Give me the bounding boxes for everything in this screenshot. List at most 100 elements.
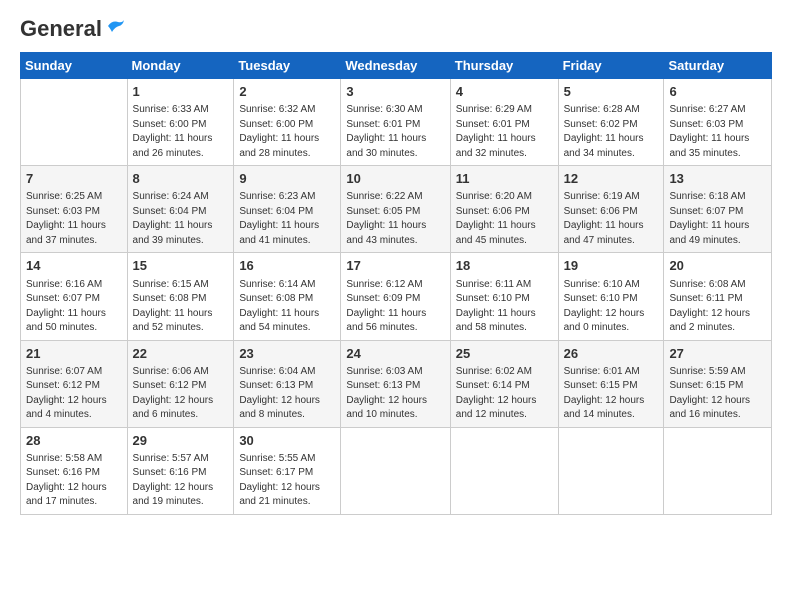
table-row: 14Sunrise: 6:16 AM Sunset: 6:07 PM Dayli…: [21, 253, 128, 340]
table-row: 4 Sunrise: 6:29 AM Sunset: 6:01 PM Daylig…: [450, 79, 558, 166]
calendar-week-row: 1 Sunrise: 6:33 AM Sunset: 6:00 PM Daylig…: [21, 79, 772, 166]
col-thursday: Thursday: [450, 53, 558, 79]
col-wednesday: Wednesday: [341, 53, 450, 79]
table-row: 7Sunrise: 6:25 AM Sunset: 6:03 PM Daylig…: [21, 166, 128, 253]
day-info: Sunrise: 6:12 AM Sunset: 6:09 PM Dayligh…: [346, 278, 444, 336]
day-info: Sunrise: 6:23 AM Sunset: 6:04 PM Dayligh…: [239, 190, 335, 248]
day-info: Sunrise: 6:03 AM Sunset: 6:13 PM Dayligh…: [346, 365, 444, 423]
table-row: 28 Sunrise: 5:58 AM Sunset: 6:16 PM Dayli…: [21, 427, 128, 514]
table-row: 26 Sunrise: 6:01 AM Sunset: 6:15 PM Dayli…: [558, 340, 664, 427]
day-number: 17: [346, 257, 444, 275]
day-info: Sunrise: 5:58 AM Sunset: 6:16 PM Dayligh…: [26, 452, 122, 510]
col-saturday: Saturday: [664, 53, 772, 79]
calendar-week-row: 21 Sunrise: 6:07 AM Sunset: 6:12 PM Dayli…: [21, 340, 772, 427]
table-row: [341, 427, 450, 514]
day-number: 29: [133, 432, 229, 450]
logo-bird-icon: [104, 18, 126, 36]
col-sunday: Sunday: [21, 53, 128, 79]
table-row: 29Sunrise: 5:57 AM Sunset: 6:16 PM Dayli…: [127, 427, 234, 514]
day-number: 3: [346, 83, 444, 101]
day-number: 23: [239, 345, 335, 363]
table-row: 12 Sunrise: 6:19 AM Sunset: 6:06 PM Dayli…: [558, 166, 664, 253]
table-row: 6 Sunrise: 6:27 AM Sunset: 6:03 PM Daylig…: [664, 79, 772, 166]
table-row: [558, 427, 664, 514]
day-number: 12: [564, 170, 659, 188]
table-row: 20 Sunrise: 6:08 AM Sunset: 6:11 PM Dayli…: [664, 253, 772, 340]
table-row: 16 Sunrise: 6:14 AM Sunset: 6:08 PM Dayli…: [234, 253, 341, 340]
logo: General: [20, 16, 126, 42]
day-number: 5: [564, 83, 659, 101]
day-number: 9: [239, 170, 335, 188]
table-row: 17 Sunrise: 6:12 AM Sunset: 6:09 PM Dayli…: [341, 253, 450, 340]
day-number: 18: [456, 257, 553, 275]
day-info: Sunrise: 6:06 AM Sunset: 6:12 PM Dayligh…: [133, 365, 229, 423]
day-number: 11: [456, 170, 553, 188]
day-number: 8: [133, 170, 229, 188]
col-monday: Monday: [127, 53, 234, 79]
table-row: 23 Sunrise: 6:04 AM Sunset: 6:13 PM Dayli…: [234, 340, 341, 427]
table-row: [21, 79, 128, 166]
day-info: Sunrise: 6:29 AM Sunset: 6:01 PM Dayligh…: [456, 103, 553, 161]
calendar-week-row: 28 Sunrise: 5:58 AM Sunset: 6:16 PM Dayli…: [21, 427, 772, 514]
day-info: Sunrise: 6:27 AM Sunset: 6:03 PM Dayligh…: [669, 103, 766, 161]
table-row: 30 Sunrise: 5:55 AM Sunset: 6:17 PM Dayli…: [234, 427, 341, 514]
day-info: Sunrise: 6:07 AM Sunset: 6:12 PM Dayligh…: [26, 365, 122, 423]
day-number: 28: [26, 432, 122, 450]
day-number: 6: [669, 83, 766, 101]
day-info: Sunrise: 6:10 AM Sunset: 6:10 PM Dayligh…: [564, 278, 659, 336]
table-row: 15 Sunrise: 6:15 AM Sunset: 6:08 PM Dayli…: [127, 253, 234, 340]
table-row: 27Sunrise: 5:59 AM Sunset: 6:15 PM Dayli…: [664, 340, 772, 427]
day-info: Sunrise: 6:15 AM Sunset: 6:08 PM Dayligh…: [133, 278, 229, 336]
day-number: 20: [669, 257, 766, 275]
day-number: 27: [669, 345, 766, 363]
table-row: 2 Sunrise: 6:32 AM Sunset: 6:00 PM Daylig…: [234, 79, 341, 166]
day-info: Sunrise: 6:24 AM Sunset: 6:04 PM Dayligh…: [133, 190, 229, 248]
day-info: Sunrise: 6:01 AM Sunset: 6:15 PM Dayligh…: [564, 365, 659, 423]
day-info: Sunrise: 6:33 AM Sunset: 6:00 PM Dayligh…: [133, 103, 229, 161]
day-info: Sunrise: 6:30 AM Sunset: 6:01 PM Dayligh…: [346, 103, 444, 161]
day-number: 30: [239, 432, 335, 450]
day-info: Sunrise: 5:55 AM Sunset: 6:17 PM Dayligh…: [239, 452, 335, 510]
table-row: 9 Sunrise: 6:23 AM Sunset: 6:04 PM Daylig…: [234, 166, 341, 253]
day-info: Sunrise: 6:32 AM Sunset: 6:00 PM Dayligh…: [239, 103, 335, 161]
day-number: 26: [564, 345, 659, 363]
table-row: [664, 427, 772, 514]
day-info: Sunrise: 6:20 AM Sunset: 6:06 PM Dayligh…: [456, 190, 553, 248]
table-row: 18 Sunrise: 6:11 AM Sunset: 6:10 PM Dayli…: [450, 253, 558, 340]
col-tuesday: Tuesday: [234, 53, 341, 79]
table-row: 5 Sunrise: 6:28 AM Sunset: 6:02 PM Daylig…: [558, 79, 664, 166]
header: General: [20, 16, 772, 42]
table-row: 22Sunrise: 6:06 AM Sunset: 6:12 PM Dayli…: [127, 340, 234, 427]
day-number: 10: [346, 170, 444, 188]
table-row: 25Sunrise: 6:02 AM Sunset: 6:14 PM Dayli…: [450, 340, 558, 427]
day-info: Sunrise: 6:04 AM Sunset: 6:13 PM Dayligh…: [239, 365, 335, 423]
day-number: 15: [133, 257, 229, 275]
table-row: 10 Sunrise: 6:22 AM Sunset: 6:05 PM Dayli…: [341, 166, 450, 253]
day-info: Sunrise: 6:22 AM Sunset: 6:05 PM Dayligh…: [346, 190, 444, 248]
table-row: 19 Sunrise: 6:10 AM Sunset: 6:10 PM Dayli…: [558, 253, 664, 340]
day-info: Sunrise: 6:28 AM Sunset: 6:02 PM Dayligh…: [564, 103, 659, 161]
day-number: 16: [239, 257, 335, 275]
table-row: 13Sunrise: 6:18 AM Sunset: 6:07 PM Dayli…: [664, 166, 772, 253]
page: General Sunday Monday Tuesday Wednesday …: [0, 0, 792, 612]
day-info: Sunrise: 6:14 AM Sunset: 6:08 PM Dayligh…: [239, 278, 335, 336]
day-info: Sunrise: 6:11 AM Sunset: 6:10 PM Dayligh…: [456, 278, 553, 336]
table-row: 3 Sunrise: 6:30 AM Sunset: 6:01 PM Daylig…: [341, 79, 450, 166]
day-number: 21: [26, 345, 122, 363]
day-number: 24: [346, 345, 444, 363]
day-info: Sunrise: 6:19 AM Sunset: 6:06 PM Dayligh…: [564, 190, 659, 248]
day-info: Sunrise: 6:16 AM Sunset: 6:07 PM Dayligh…: [26, 278, 122, 336]
table-row: 24 Sunrise: 6:03 AM Sunset: 6:13 PM Dayli…: [341, 340, 450, 427]
table-row: 8 Sunrise: 6:24 AM Sunset: 6:04 PM Daylig…: [127, 166, 234, 253]
calendar-week-row: 14Sunrise: 6:16 AM Sunset: 6:07 PM Dayli…: [21, 253, 772, 340]
day-number: 2: [239, 83, 335, 101]
day-number: 1: [133, 83, 229, 101]
table-row: 1 Sunrise: 6:33 AM Sunset: 6:00 PM Daylig…: [127, 79, 234, 166]
day-number: 4: [456, 83, 553, 101]
day-info: Sunrise: 6:08 AM Sunset: 6:11 PM Dayligh…: [669, 278, 766, 336]
day-number: 25: [456, 345, 553, 363]
table-row: 11 Sunrise: 6:20 AM Sunset: 6:06 PM Dayli…: [450, 166, 558, 253]
day-number: 19: [564, 257, 659, 275]
col-friday: Friday: [558, 53, 664, 79]
day-info: Sunrise: 6:18 AM Sunset: 6:07 PM Dayligh…: [669, 190, 766, 248]
